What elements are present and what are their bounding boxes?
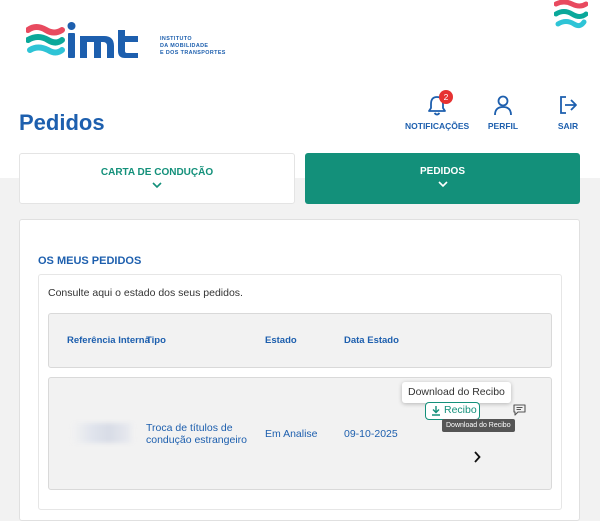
section-title: OS MEUS PEDIDOS <box>38 255 142 267</box>
logo-tagline-line-2: DA MOBILIDADE <box>160 43 209 49</box>
nav-sair[interactable]: SAIR <box>548 94 588 131</box>
nav-sair-label: SAIR <box>557 121 579 131</box>
download-icon <box>432 406 440 416</box>
cell-tipo: Troca de títulos de condução estrangeiro <box>146 422 247 446</box>
logo-tagline-line-1: INSTITUTO <box>160 36 192 42</box>
page-title: Pedidos <box>19 110 105 135</box>
tab-carta-label: CARTA DE CONDUÇÃO <box>100 167 214 178</box>
tab-pedidos[interactable]: PEDIDOS <box>305 153 580 204</box>
header: INSTITUTO DA MOBILIDADE E DOS TRANSPORTE… <box>0 0 600 178</box>
logo-tagline: INSTITUTO DA MOBILIDADE E DOS TRANSPORTE… <box>160 36 226 57</box>
nav-perfil-label: PERFIL <box>487 121 519 131</box>
user-icon <box>494 95 512 116</box>
column-header-estado: Estado <box>265 335 297 346</box>
nav-notificacoes-label: NOTIFICAÇÕES <box>405 121 470 131</box>
column-header-referencia: Referência Interna <box>67 335 150 346</box>
tooltip-download-recibo: Download do Recibo <box>402 382 511 403</box>
comment-icon[interactable] <box>513 404 526 416</box>
chevron-right-icon[interactable] <box>473 451 481 463</box>
cell-estado: Em Analise <box>265 428 318 440</box>
chevron-down-icon <box>152 182 162 189</box>
tab-pedidos-label: PEDIDOS <box>419 166 465 177</box>
nav-perfil[interactable]: PERFIL <box>481 94 525 131</box>
logo-tagline-line-3: E DOS TRANSPORTES <box>160 50 226 56</box>
tab-carta-de-conducao[interactable]: CARTA DE CONDUÇÃO <box>19 153 295 204</box>
column-header-tipo: Tipo <box>146 335 166 346</box>
corner-ribbon-logo <box>554 0 588 29</box>
referencia-interna-redacted <box>72 423 134 443</box>
tooltip-download-recibo-small: Download do Recibo <box>442 419 515 432</box>
chevron-down-icon <box>437 181 448 188</box>
logout-icon <box>560 96 577 114</box>
download-recibo-button[interactable]: Recibo <box>425 402 480 420</box>
cell-data-estado: 09-10-2025 <box>344 428 398 440</box>
nav-notificacoes[interactable]: 2 NOTIFICAÇÕES <box>405 90 470 131</box>
notification-badge: 2 <box>439 90 453 104</box>
column-header-data-estado: Data Estado <box>344 335 399 346</box>
section-hint: Consulte aqui o estado dos seus pedidos. <box>48 287 243 299</box>
recibo-button-label: Recibo <box>444 404 477 416</box>
